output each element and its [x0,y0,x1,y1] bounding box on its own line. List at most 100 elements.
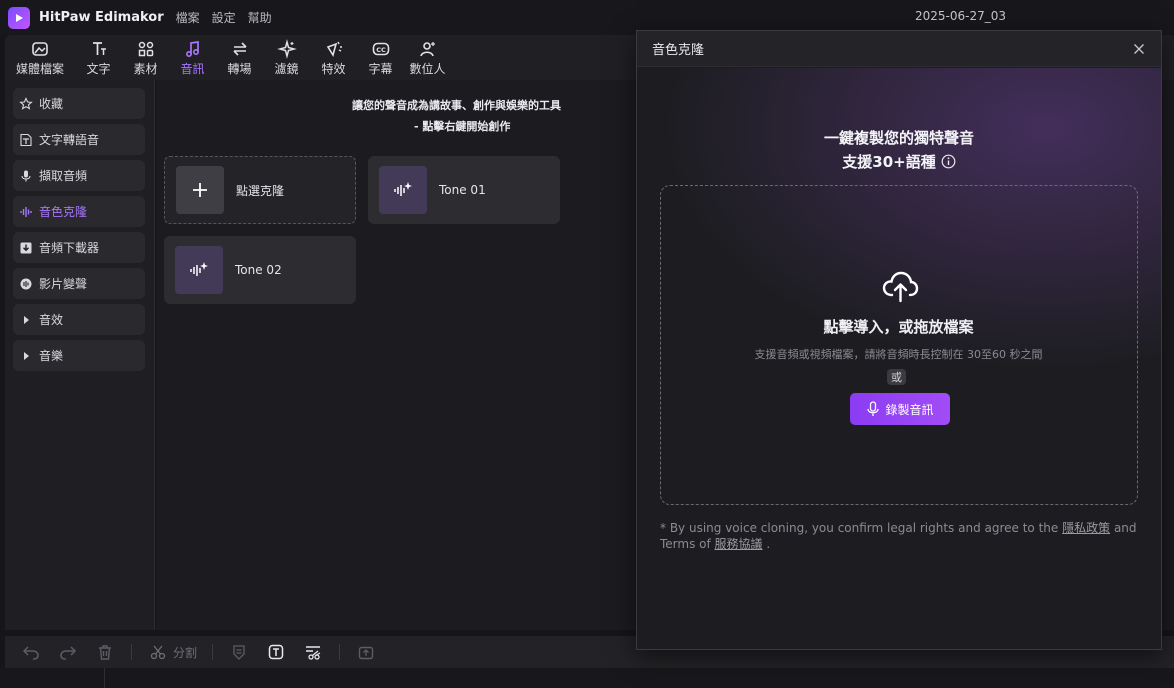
divider [212,644,214,660]
sidebar-item-sound-effects[interactable]: 音效 [13,304,145,335]
sidebar-item-voice-changer[interactable]: 影片變聲 [13,268,145,299]
sidebar-item-favorites[interactable]: 收藏 [13,88,145,119]
sidebar-item-label: 音頻下載器 [39,241,100,255]
microphone-icon [867,401,880,416]
app-logo-icon [8,6,30,29]
intro-hint: - 點擊右鍵開始創作 [414,120,511,133]
tool-text[interactable]: 文字 [75,35,122,80]
redo-icon[interactable] [57,641,79,663]
undo-icon[interactable] [20,641,42,663]
tool-transition[interactable]: 轉場 [216,35,263,80]
tool-audio[interactable]: 音訊 [169,35,216,80]
menu-settings[interactable]: 設定 [212,9,236,26]
tool-media[interactable]: 媒體檔案 [5,35,75,80]
voice-clone-dialog: 音色克隆 一鍵複製您的獨特聲音 支援30+語種 點擊導入，或拖放檔案 支援音頻或… [636,30,1162,650]
transition-icon [232,41,247,56]
plus-icon [176,166,224,214]
sidebar-item-label: 音色克隆 [39,205,88,219]
tool-label: 媒體檔案 [15,61,64,76]
audio-icon [185,40,199,57]
sidebar-item-label: 音樂 [39,349,64,363]
tool-avatar[interactable]: 數位人 [404,35,451,80]
drop-hint: 支援音頻或視頻檔案，請將音頻時長控制在 30至60 秒之間 [754,348,1043,361]
export-frame-icon[interactable] [355,641,377,663]
record-audio-button[interactable]: 錄製音訊 [850,393,950,425]
text-box-icon[interactable] [265,641,287,663]
avatar-icon [419,41,435,56]
media-icon [32,41,48,56]
sidebar-item-label: 音效 [39,313,64,327]
scissors-icon[interactable] [147,641,169,663]
filter-icon [276,38,297,59]
effects-icon [326,41,342,57]
svg-text:CC: CC [376,46,386,54]
timeline-divider [104,668,105,688]
sidebar-item-text-to-speech[interactable]: 文字轉語音 [13,124,145,155]
caret-right-icon [19,349,33,363]
add-clone-card[interactable]: 點選克隆 [164,156,356,224]
star-icon [19,96,33,111]
tool-label: 字幕 [368,61,393,76]
privacy-policy-link[interactable]: 隱私政策 [1062,521,1110,535]
audio-sidebar: 收藏 文字轉語音 擷取音頻 音色克隆 音頻下載器 影片變聲 音效 音樂 [5,80,155,630]
languages-text: 支援30+語種 [842,153,936,171]
app-name: HitPaw Edimakor [39,10,164,25]
tone-card[interactable]: Tone 01 [368,156,560,224]
legal-disclaimer: * By using voice cloning, you confirm le… [660,520,1140,552]
microphone-icon [19,169,33,183]
or-label: 或 [887,369,906,385]
tool-label: 音訊 [180,61,205,76]
tool-label: 濾鏡 [274,61,299,76]
sidebar-item-music[interactable]: 音樂 [13,340,145,371]
timeline-area [0,668,1174,688]
tool-elements[interactable]: 素材 [122,35,169,80]
record-audio-label: 錄製音訊 [885,402,934,417]
intro-text: 讓您的聲音成為講故事、創作與娛樂的工具 [352,99,561,112]
panel-edge [1162,80,1174,630]
tool-filter[interactable]: 濾鏡 [263,35,310,80]
caret-right-icon [19,313,33,327]
tool-subtitle[interactable]: CC 字幕 [357,35,404,80]
tone-name: Tone 02 [235,263,282,277]
project-name[interactable]: 2025-06-27_03 [915,9,1006,23]
terms-of-service-link[interactable]: 服務協議 [715,537,763,551]
add-clone-label: 點選克隆 [236,183,285,198]
split-label[interactable]: 分割 [173,644,197,661]
tool-label: 轉場 [227,61,252,76]
download-icon [19,241,33,255]
sidebar-item-label: 影片變聲 [39,277,88,291]
text-to-speech-icon [19,133,33,147]
info-icon[interactable] [941,154,956,169]
menu-help[interactable]: 幫助 [248,9,272,26]
menu-file[interactable]: 檔案 [176,9,200,26]
auto-cut-icon[interactable] [302,641,324,663]
sidebar-item-label: 擷取音頻 [39,169,88,183]
voice-changer-icon [19,277,33,291]
disclaimer-text: . [762,537,771,551]
sidebar-item-voice-clone[interactable]: 音色克隆 [13,196,145,227]
tone-card[interactable]: Tone 02 [164,236,356,304]
dialog-title: 音色克隆 [652,43,705,58]
file-drop-zone[interactable]: 點擊導入，或拖放檔案 支援音頻或視頻檔案，請將音頻時長控制在 30至60 秒之間… [660,185,1138,505]
voice-sparkle-icon [379,166,427,214]
voice-sparkle-icon [175,246,223,294]
tone-name: Tone 01 [439,183,486,197]
dialog-headline: 一鍵複製您的獨特聲音 [823,129,974,147]
sidebar-item-audio-downloader[interactable]: 音頻下載器 [13,232,145,263]
tool-label: 素材 [133,61,158,76]
sidebar-item-label: 收藏 [39,97,64,111]
tool-label: 特效 [321,61,346,76]
sidebar-item-label: 文字轉語音 [39,133,100,147]
divider [339,644,341,660]
dialog-header: 音色克隆 [637,31,1161,67]
tool-label: 數位人 [409,61,446,76]
disclaimer-text: * By using voice cloning, you confirm le… [660,521,1063,535]
tool-effects[interactable]: 特效 [310,35,357,80]
sidebar-item-extract-audio[interactable]: 擷取音頻 [13,160,145,191]
elements-icon [138,41,153,56]
delete-icon[interactable] [94,641,116,663]
marker-icon[interactable] [228,641,250,663]
close-icon[interactable] [1131,41,1147,57]
dialog-subheadline: 支援30+語種 [637,151,1161,172]
divider [131,644,132,660]
